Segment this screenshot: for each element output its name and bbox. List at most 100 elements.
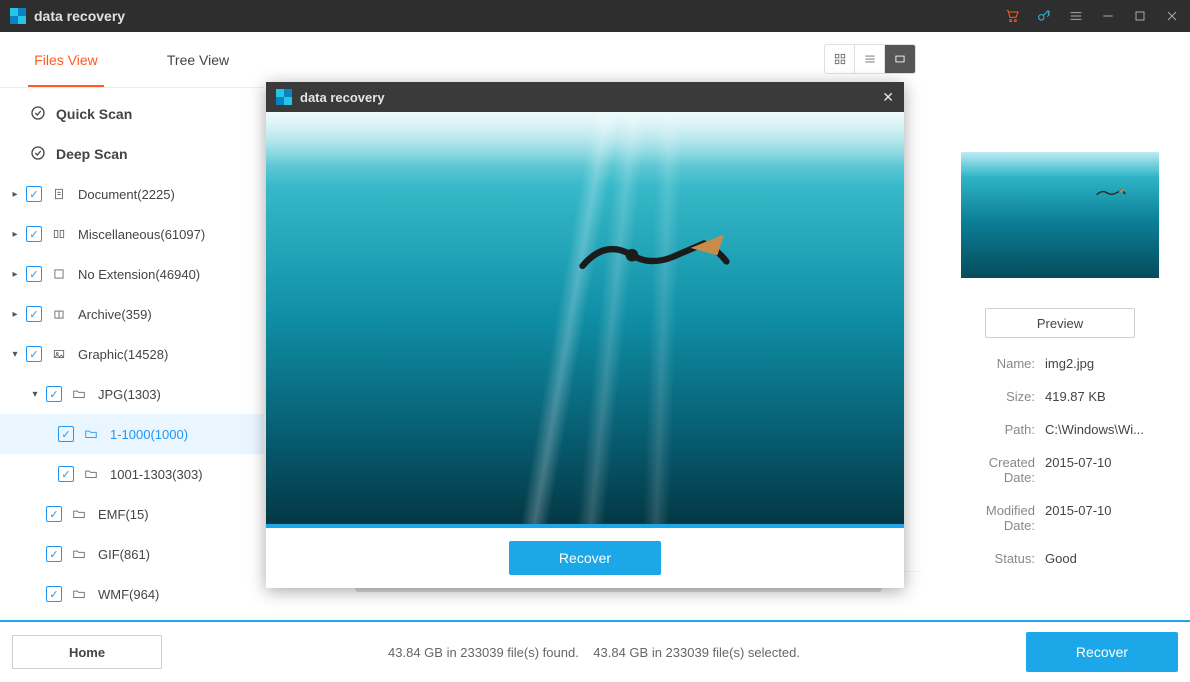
range-label: 1001-1303(303) — [110, 467, 203, 482]
tab-files-label: Files View — [34, 52, 98, 68]
checkbox[interactable] — [58, 426, 74, 442]
checkbox[interactable] — [26, 346, 42, 362]
category-label: Miscellaneous(61097) — [78, 227, 205, 242]
subcategory-jpg[interactable]: ▾ JPG(1303) — [0, 374, 264, 414]
meta-value-name: img2.jpg — [1045, 356, 1165, 371]
noext-icon — [50, 267, 68, 281]
file-metadata: Name:img2.jpg Size:419.87 KB Path:C:\Win… — [955, 356, 1165, 566]
checkbox[interactable] — [26, 306, 42, 322]
folder-icon — [70, 507, 88, 521]
key-icon[interactable] — [1036, 8, 1052, 24]
folder-icon — [70, 587, 88, 601]
meta-label-modified: Modified Date: — [955, 503, 1045, 533]
footer-status: 43.84 GB in 233039 file(s) found. 43.84 … — [162, 645, 1026, 660]
meta-label-path: Path: — [955, 422, 1045, 437]
meta-label-size: Size: — [955, 389, 1045, 404]
category-label: No Extension(46940) — [78, 267, 200, 282]
checkbox[interactable] — [46, 546, 62, 562]
archive-icon — [50, 307, 68, 321]
range-label: 1-1000(1000) — [110, 427, 188, 442]
chevron-right-icon: ▸ — [8, 309, 22, 320]
sidebar: Files View Tree View Quick Scan Deep Sca… — [0, 32, 265, 620]
folder-icon — [82, 427, 100, 441]
meta-value-modified: 2015-07-10 — [1045, 503, 1165, 533]
modal-image — [266, 112, 904, 524]
category-archive[interactable]: ▸ Archive(359) — [0, 294, 264, 334]
subcategory-label: GIF(861) — [98, 547, 150, 562]
minimize-icon[interactable] — [1100, 8, 1116, 24]
checkbox[interactable] — [26, 266, 42, 282]
checkbox[interactable] — [46, 506, 62, 522]
range-1001-1303[interactable]: 1001-1303(303) — [0, 454, 264, 494]
checkbox[interactable] — [58, 466, 74, 482]
detail-view-button[interactable] — [885, 45, 915, 73]
meta-value-path: C:\Windows\Wi... — [1045, 422, 1165, 437]
footer-selected-text: 43.84 GB in 233039 file(s) selected. — [593, 645, 800, 660]
meta-label-name: Name: — [955, 356, 1045, 371]
preview-thumbnail — [961, 152, 1159, 278]
subcategory-label: JPG(1303) — [98, 387, 161, 402]
chevron-right-icon: ▸ — [8, 269, 22, 280]
checkbox[interactable] — [46, 386, 62, 402]
checkbox[interactable] — [26, 186, 42, 202]
checkbox[interactable] — [46, 586, 62, 602]
tab-files-view[interactable]: Files View — [0, 32, 132, 87]
maximize-icon[interactable] — [1132, 8, 1148, 24]
meta-value-created: 2015-07-10 — [1045, 455, 1165, 485]
category-document[interactable]: ▸ Document(2225) — [0, 174, 264, 214]
footer: Home 43.84 GB in 233039 file(s) found. 4… — [0, 620, 1190, 682]
subcategory-label: WMF(964) — [98, 587, 159, 602]
app-title: data recovery — [34, 8, 125, 24]
category-tree: Quick Scan Deep Scan ▸ Document(2225) ▸ … — [0, 88, 264, 620]
grid-view-button[interactable] — [825, 45, 855, 73]
category-label: Archive(359) — [78, 307, 152, 322]
check-circle-icon — [30, 145, 46, 164]
graphic-icon — [50, 347, 68, 361]
subcategory-wmf[interactable]: WMF(964) — [0, 574, 264, 614]
preview-panel: Preview Name:img2.jpg Size:419.87 KB Pat… — [930, 32, 1190, 620]
meta-value-size: 419.87 KB — [1045, 389, 1165, 404]
deep-scan-row[interactable]: Deep Scan — [0, 134, 264, 174]
recover-button[interactable]: Recover — [1026, 632, 1178, 672]
category-graphic[interactable]: ▾ Graphic(14528) — [0, 334, 264, 374]
tab-tree-label: Tree View — [167, 52, 229, 68]
preview-modal: data recovery ✕ Recover — [266, 82, 904, 588]
chevron-down-icon: ▾ — [28, 389, 42, 400]
folder-icon — [70, 387, 88, 401]
subcategory-emf[interactable]: EMF(15) — [0, 494, 264, 534]
folder-icon — [70, 547, 88, 561]
footer-found-text: 43.84 GB in 233039 file(s) found. — [388, 645, 579, 660]
category-label: Document(2225) — [78, 187, 175, 202]
checkbox[interactable] — [26, 226, 42, 242]
meta-label-status: Status: — [955, 551, 1045, 566]
app-logo-icon — [10, 8, 26, 24]
category-label: Graphic(14528) — [78, 347, 168, 362]
range-1-1000[interactable]: 1-1000(1000) — [0, 414, 264, 454]
cart-icon[interactable] — [1004, 8, 1020, 24]
subcategory-gif[interactable]: GIF(861) — [0, 534, 264, 574]
menu-icon[interactable] — [1068, 8, 1084, 24]
category-noextension[interactable]: ▸ No Extension(46940) — [0, 254, 264, 294]
modal-recover-button[interactable]: Recover — [509, 541, 661, 575]
misc-icon — [50, 227, 68, 241]
preview-button[interactable]: Preview — [985, 308, 1135, 338]
quick-scan-row[interactable]: Quick Scan — [0, 94, 264, 134]
tab-tree-view[interactable]: Tree View — [132, 32, 264, 87]
swimmer-icon — [1091, 184, 1131, 202]
folder-icon — [82, 467, 100, 481]
modal-title: data recovery — [300, 90, 385, 105]
meta-value-status: Good — [1045, 551, 1165, 566]
chevron-down-icon: ▾ — [8, 349, 22, 360]
chevron-right-icon: ▸ — [8, 229, 22, 240]
category-miscellaneous[interactable]: ▸ Miscellaneous(61097) — [0, 214, 264, 254]
home-button[interactable]: Home — [12, 635, 162, 669]
modal-close-icon[interactable]: ✕ — [882, 89, 894, 106]
deep-scan-label: Deep Scan — [56, 146, 128, 162]
modal-titlebar: data recovery ✕ — [266, 82, 904, 112]
chevron-right-icon: ▸ — [8, 189, 22, 200]
titlebar: data recovery — [0, 0, 1190, 32]
quick-scan-label: Quick Scan — [56, 106, 132, 122]
view-mode-buttons — [824, 44, 916, 74]
list-view-button[interactable] — [855, 45, 885, 73]
close-icon[interactable] — [1164, 8, 1180, 24]
